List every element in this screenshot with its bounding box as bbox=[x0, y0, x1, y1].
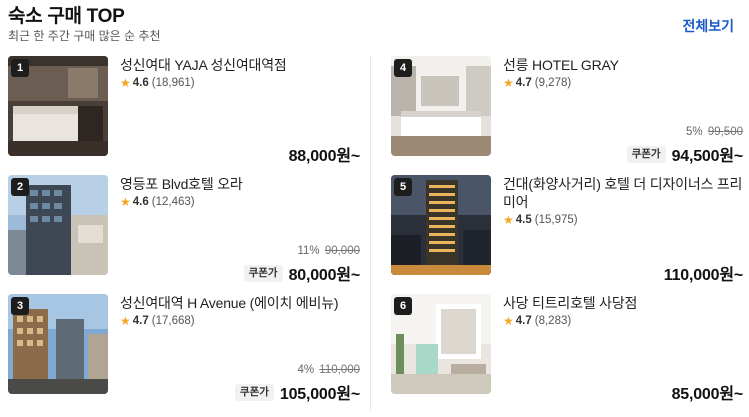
hotel-name[interactable]: 사당 티트리호텔 사당점 bbox=[503, 294, 743, 312]
price: 110,000원~ bbox=[663, 267, 743, 284]
hotel-name[interactable]: 영등포 Blvd호텔 오라 bbox=[120, 175, 360, 193]
star-icon: ★ bbox=[120, 76, 131, 90]
price-area: 88,000원~ bbox=[288, 142, 361, 166]
hotel-rating: ★ 4.6 (18,961) bbox=[120, 76, 360, 90]
original-price: 110,000 bbox=[319, 364, 360, 376]
review-count: (18,961) bbox=[151, 77, 195, 89]
hotel-rating: ★ 4.5 (15,975) bbox=[503, 213, 743, 227]
hotel-card[interactable]: 5 건대(화양사거리) 호텔 더 디자이너스 프리미어 ★ 4.5 (15,97… bbox=[391, 175, 749, 293]
star-icon: ★ bbox=[120, 314, 131, 328]
view-all-link[interactable]: 전체보기 bbox=[682, 16, 734, 36]
hotel-thumbnail[interactable]: 4 bbox=[391, 56, 491, 156]
price: 88,000원~ bbox=[288, 148, 361, 165]
discount-line: 11% 90,000 bbox=[244, 244, 360, 258]
hotel-name[interactable]: 성신여대 YAJA 성신여대역점 bbox=[120, 56, 360, 74]
star-icon: ★ bbox=[503, 213, 514, 227]
rank-badge: 3 bbox=[11, 297, 29, 315]
hotel-thumbnail[interactable]: 1 bbox=[8, 56, 108, 156]
review-count: (15,975) bbox=[534, 214, 578, 226]
star-icon: ★ bbox=[503, 76, 514, 90]
hotel-card[interactable]: 2 영등포 Blvd호텔 오라 ★ 4.6 (12,463) 11% 90,00… bbox=[8, 175, 368, 293]
price-area: 4% 110,000 쿠폰가 105,000원~ bbox=[234, 363, 360, 404]
price-area: 5% 99,500 쿠폰가 94,500원~ bbox=[626, 125, 744, 166]
hotel-card[interactable]: 3 성신여대역 H Avenue (에이치 에비뉴) ★ 4.7 (17,668… bbox=[8, 294, 368, 412]
discount-line: 5% 99,500 bbox=[627, 125, 743, 139]
rank-badge: 4 bbox=[394, 59, 412, 77]
review-count: (17,668) bbox=[151, 315, 195, 327]
hotel-thumbnail[interactable]: 3 bbox=[8, 294, 108, 394]
rating-score: 4.5 bbox=[515, 214, 532, 226]
hotel-thumbnail[interactable]: 5 bbox=[391, 175, 491, 275]
rating-score: 4.7 bbox=[132, 315, 149, 327]
price: 105,000원~ bbox=[279, 386, 360, 403]
star-icon: ★ bbox=[120, 195, 131, 209]
rating-score: 4.7 bbox=[515, 77, 532, 89]
price-area: 85,000원~ bbox=[671, 380, 744, 404]
coupon-badge: 쿠폰가 bbox=[626, 145, 666, 163]
price-area: 110,000원~ bbox=[664, 261, 743, 285]
section-title: 숙소 구매 TOP bbox=[8, 6, 125, 27]
price: 80,000원~ bbox=[288, 267, 361, 284]
section-subtitle: 최근 한 주간 구매 많은 순 추천 bbox=[8, 29, 161, 43]
original-price: 90,000 bbox=[324, 245, 360, 257]
rank-badge: 1 bbox=[11, 59, 29, 77]
price-area: 11% 90,000 쿠폰가 80,000원~ bbox=[243, 244, 361, 285]
coupon-badge: 쿠폰가 bbox=[243, 264, 283, 282]
rank-badge: 6 bbox=[394, 297, 412, 315]
hotel-name[interactable]: 성신여대역 H Avenue (에이치 에비뉴) bbox=[120, 294, 360, 312]
price: 85,000원~ bbox=[671, 386, 744, 403]
price: 94,500원~ bbox=[671, 148, 744, 165]
hotel-name[interactable]: 건대(화양사거리) 호텔 더 디자이너스 프리미어 bbox=[503, 175, 743, 211]
hotel-rating: ★ 4.6 (12,463) bbox=[120, 195, 360, 209]
hotel-rating: ★ 4.7 (17,668) bbox=[120, 314, 360, 328]
hotel-card[interactable]: 6 사당 티트리호텔 사당점 ★ 4.7 (8,283) 85,000원~ bbox=[391, 294, 749, 412]
rating-score: 4.6 bbox=[132, 77, 149, 89]
discount-line: 4% 110,000 bbox=[235, 363, 360, 377]
coupon-badge: 쿠폰가 bbox=[234, 383, 274, 401]
discount-percent: 5% bbox=[685, 126, 703, 138]
hotel-card[interactable]: 4 선릉 HOTEL GRAY ★ 4.7 (9,278) 5% 99,500 … bbox=[391, 56, 749, 174]
hotel-rating: ★ 4.7 (8,283) bbox=[503, 314, 743, 328]
rank-badge: 5 bbox=[394, 178, 412, 196]
hotel-name[interactable]: 선릉 HOTEL GRAY bbox=[503, 56, 743, 74]
hotel-thumbnail[interactable]: 2 bbox=[8, 175, 108, 275]
review-count: (12,463) bbox=[151, 196, 195, 208]
hotel-card[interactable]: 1 성신여대 YAJA 성신여대역점 ★ 4.6 (18,961) 88,000… bbox=[8, 56, 368, 174]
review-count: (8,283) bbox=[534, 315, 572, 327]
rating-score: 4.7 bbox=[515, 315, 532, 327]
discount-percent: 11% bbox=[297, 245, 320, 257]
review-count: (9,278) bbox=[534, 77, 572, 89]
column-divider bbox=[370, 56, 371, 410]
rating-score: 4.6 bbox=[132, 196, 149, 208]
star-icon: ★ bbox=[503, 314, 514, 328]
discount-percent: 4% bbox=[297, 364, 315, 376]
rank-badge: 2 bbox=[11, 178, 29, 196]
original-price: 99,500 bbox=[707, 126, 743, 138]
hotel-thumbnail[interactable]: 6 bbox=[391, 294, 491, 394]
hotel-rating: ★ 4.7 (9,278) bbox=[503, 76, 743, 90]
section-header: 숙소 구매 TOP 최근 한 주간 구매 많은 순 추천 전체보기 bbox=[8, 6, 749, 46]
